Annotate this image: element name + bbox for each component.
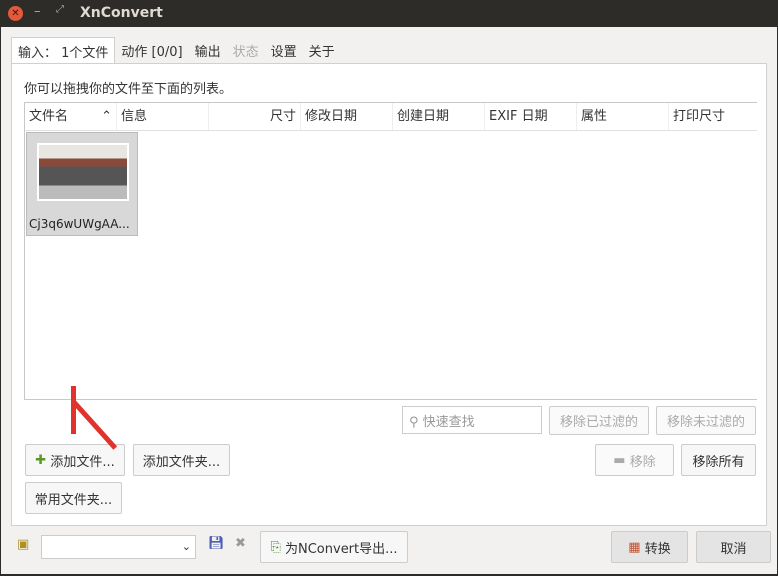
col-created[interactable]: 创建日期 <box>393 103 485 130</box>
search-icon: ⚲ <box>409 415 423 430</box>
add-files-button[interactable]: ✚ 添加文件... <box>25 444 125 476</box>
col-exif[interactable]: EXIF 日期 <box>485 103 577 130</box>
remove-all-button[interactable]: 移除所有 <box>681 444 756 476</box>
delete-icon[interactable]: ✖ <box>235 536 246 551</box>
remove-filtered-button[interactable]: 移除已过滤的 <box>549 406 649 435</box>
folder-icon: ▣ <box>17 537 30 552</box>
annotation-arrow <box>71 400 118 450</box>
cancel-button[interactable]: 取消 <box>696 531 771 563</box>
file-list[interactable]: 文件名 ⌃ 信息 尺寸 修改日期 创建日期 EXIF 日期 属性 打印尺寸 Cj3… <box>24 102 757 400</box>
col-size[interactable]: 尺寸 <box>209 103 301 130</box>
tab-settings[interactable]: 设置 <box>265 37 303 63</box>
tab-status[interactable]: 状态 <box>227 37 265 63</box>
list-header: 文件名 ⌃ 信息 尺寸 修改日期 创建日期 EXIF 日期 属性 打印尺寸 <box>25 103 757 131</box>
minus-icon: ▬ <box>613 452 626 468</box>
quick-search-input[interactable]: ⚲ 快速查找 <box>402 406 542 434</box>
export-icon: ⎘ <box>270 539 281 555</box>
save-icon[interactable]: 💾︎ <box>208 536 225 551</box>
tab-about[interactable]: 关于 <box>303 37 341 63</box>
tab-output[interactable]: 输出 <box>189 37 227 63</box>
convert-button[interactable]: ▦ 转换 <box>611 531 688 563</box>
col-attributes[interactable]: 属性 <box>577 103 669 130</box>
input-pane: 你可以拖拽你的文件至下面的列表。 文件名 ⌃ 信息 尺寸 修改日期 创建日期 EX… <box>11 63 767 526</box>
common-folders-button[interactable]: 常用文件夹... <box>25 482 122 514</box>
col-info[interactable]: 信息 <box>117 103 209 130</box>
main-window: 输入： 1个文件 动作 [0/0] 输出 状态 设置 关于 你可以拖拽你的文件至… <box>1 27 777 574</box>
file-item[interactable]: Cj3q6wUWgAA... <box>26 132 138 236</box>
footer-bar: ▣ ⌄ 💾︎ ✖ ⎘ 为NConvert导出... ▦ 转换 取消 <box>11 527 771 567</box>
minimize-button[interactable]: – <box>34 4 41 19</box>
col-modified[interactable]: 修改日期 <box>301 103 393 130</box>
plus-icon: ✚ <box>35 452 47 468</box>
export-nconvert-button[interactable]: ⎘ 为NConvert导出... <box>260 531 408 563</box>
tab-actions[interactable]: 动作 [0/0] <box>115 37 188 63</box>
drag-hint: 你可以拖拽你的文件至下面的列表。 <box>24 82 233 97</box>
preset-dropdown[interactable]: ⌄ <box>41 535 196 559</box>
tab-input[interactable]: 输入： 1个文件 <box>11 37 116 63</box>
tab-bar: 输入： 1个文件 动作 [0/0] 输出 状态 设置 关于 <box>11 37 341 63</box>
col-filename[interactable]: 文件名 ⌃ <box>25 103 117 130</box>
remove-button[interactable]: ▬ 移除 <box>595 444 674 476</box>
col-print-size[interactable]: 打印尺寸 <box>669 103 749 130</box>
annotation-arrow <box>71 386 76 434</box>
close-button[interactable]: ✕ <box>8 6 23 21</box>
convert-icon: ▦ <box>628 539 641 555</box>
remove-unfiltered-button[interactable]: 移除未过滤的 <box>656 406 756 435</box>
file-thumbnail <box>37 143 129 201</box>
window-title: XnConvert <box>80 5 163 21</box>
title-bar: ✕ – ⤢ XnConvert <box>0 0 778 27</box>
add-folder-button[interactable]: 添加文件夹... <box>133 444 230 476</box>
maximize-button[interactable]: ⤢ <box>56 4 64 15</box>
file-name: Cj3q6wUWgAA... <box>29 217 130 231</box>
